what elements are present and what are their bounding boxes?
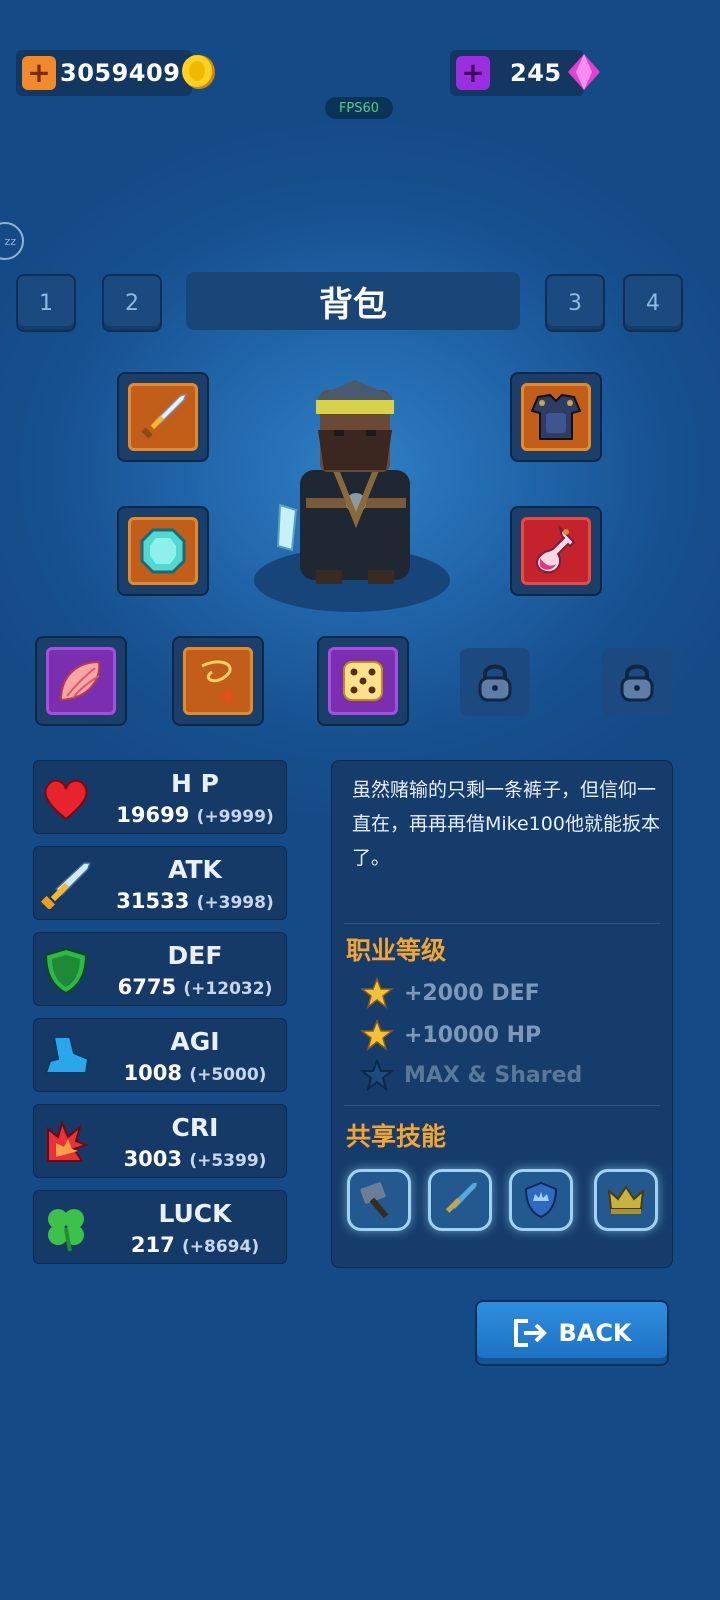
- crown-icon: [607, 1185, 645, 1214]
- stat-bonus: (+5399): [189, 1151, 267, 1171]
- tab-1[interactable]: 1: [16, 274, 76, 332]
- weapon-slot[interactable]: [117, 372, 209, 462]
- star-icon: [360, 977, 394, 1009]
- character-knight-avatar: [254, 380, 450, 612]
- skill-hammer[interactable]: [347, 1169, 411, 1231]
- skill-crown-shield[interactable]: [509, 1169, 573, 1231]
- stat-bonus: (+9999): [196, 807, 274, 827]
- gold-amount: 3059409: [60, 59, 181, 87]
- add-gem-button[interactable]: +: [456, 56, 490, 90]
- dice-icon: [343, 661, 383, 701]
- gem-amount: 245: [510, 59, 562, 87]
- stat-bonus: (+5000): [189, 1065, 267, 1085]
- hammer-icon: [360, 1182, 389, 1219]
- stat-cri: CRI 3003 (+5399): [33, 1104, 287, 1178]
- page-title: 背包: [186, 272, 520, 330]
- diamond-gem-icon: [140, 528, 186, 574]
- stat-name: DEF: [167, 941, 223, 970]
- potion-slot[interactable]: [510, 506, 602, 596]
- stat-name: H P: [171, 769, 219, 798]
- rank-item-3: MAX & Shared: [360, 1059, 582, 1091]
- gem-bar: + 245: [450, 50, 584, 96]
- stat-name: CRI: [171, 1113, 219, 1142]
- burst-icon: [47, 1120, 89, 1162]
- amulet-icon: [201, 660, 240, 706]
- stat-value: 1008: [123, 1061, 183, 1085]
- stat-value: 217: [130, 1233, 175, 1257]
- fps-counter: FPS60: [325, 97, 393, 119]
- stat-value: 31533: [116, 889, 190, 913]
- crown-shield-icon: [524, 1181, 558, 1219]
- rank-item-2: +10000 HP: [360, 1019, 541, 1051]
- sword-icon: [141, 392, 188, 439]
- back-label: BACK: [558, 1319, 632, 1347]
- boot-icon: [44, 1036, 90, 1074]
- stat-name: ATK: [168, 855, 222, 884]
- rank-section-title: 职业等级: [346, 936, 447, 965]
- stat-luck: LUCK 217 (+8694): [33, 1190, 287, 1264]
- character-description: 虽然赌输的只剩一条裤子，但信仰一直在，再再再借Mike100他就能扳本了。: [352, 779, 660, 869]
- sword-icon: [445, 1183, 477, 1213]
- tab-4[interactable]: 4: [623, 274, 683, 332]
- divider: [344, 1105, 660, 1106]
- gem-icon: [568, 54, 600, 90]
- exit-icon: [514, 1319, 548, 1347]
- stat-agi: AGI 1008 (+5000): [33, 1018, 287, 1092]
- sleep-badge[interactable]: zz: [0, 222, 24, 260]
- star-outline-icon: [360, 1059, 394, 1091]
- shield-icon: [44, 947, 88, 995]
- stat-hp: H P 19699 (+9999): [33, 760, 287, 834]
- skill-sword[interactable]: [428, 1169, 492, 1231]
- star-icon: [360, 1019, 394, 1051]
- divider: [344, 923, 660, 924]
- stat-def: DEF 6775 (+12032): [33, 932, 287, 1006]
- stat-value: 3003: [123, 1147, 183, 1171]
- gold-coin-icon: [182, 55, 215, 89]
- locked-slot-1[interactable]: [460, 648, 530, 716]
- feather-icon: [59, 660, 101, 702]
- gem-slot[interactable]: [117, 506, 209, 596]
- stat-value: 19699: [116, 803, 190, 827]
- locked-slot-2[interactable]: [602, 648, 672, 716]
- skill-crown[interactable]: [594, 1169, 658, 1231]
- stat-bonus: (+8694): [182, 1237, 260, 1257]
- add-gold-button[interactable]: +: [22, 56, 56, 90]
- character-info-panel: 虽然赌输的只剩一条裤子，但信仰一直在，再再再借Mike100他就能扳本了。 职业…: [331, 760, 673, 1268]
- stat-bonus: (+12032): [183, 979, 273, 999]
- armor-slot[interactable]: [510, 372, 602, 462]
- tab-2[interactable]: 2: [102, 274, 162, 332]
- stat-name: AGI: [170, 1027, 220, 1056]
- stat-value: 6775: [117, 975, 177, 999]
- lock-icon: [620, 664, 654, 702]
- stat-bonus: (+3998): [196, 893, 274, 913]
- skill-section-title: 共享技能: [346, 1122, 447, 1151]
- heart-icon: [44, 779, 88, 821]
- accessory-slot-2[interactable]: [172, 636, 264, 726]
- gold-bar: + 3059409: [16, 50, 192, 96]
- rank-item-1: +2000 DEF: [360, 977, 540, 1009]
- tab-3[interactable]: 3: [545, 274, 605, 332]
- clover-icon: [48, 1209, 84, 1252]
- accessory-slot-3[interactable]: [317, 636, 409, 726]
- lock-icon: [478, 664, 512, 702]
- stat-atk: ATK 31533 (+3998): [33, 846, 287, 920]
- sword-icon: [40, 862, 92, 909]
- back-button[interactable]: BACK: [475, 1300, 669, 1366]
- stat-name: LUCK: [158, 1199, 232, 1228]
- potion-icon: [536, 524, 576, 574]
- accessory-slot-1[interactable]: [35, 636, 127, 726]
- armor-icon: [530, 393, 582, 440]
